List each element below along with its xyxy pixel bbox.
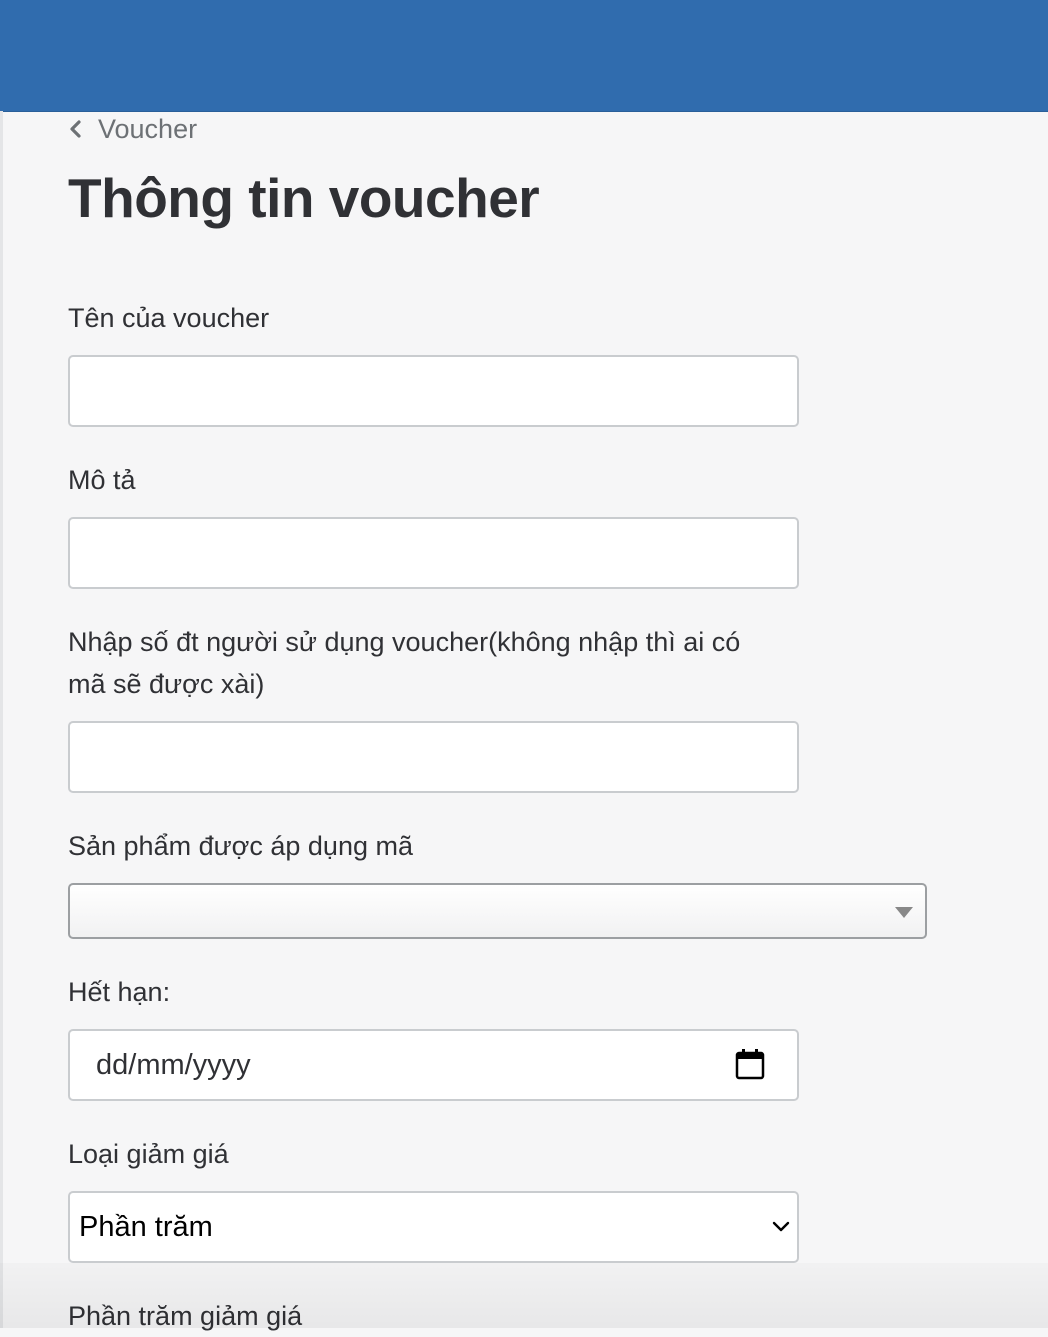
caret-down-icon[interactable] xyxy=(895,907,913,918)
discount-type-label: Loại giảm giá xyxy=(68,1139,229,1169)
description-field[interactable] xyxy=(68,517,799,589)
products-select[interactable] xyxy=(68,883,927,939)
expiry-label: Hết hạn: xyxy=(68,977,171,1007)
discount-percent-label: Phần trăm giảm giá xyxy=(68,1301,303,1331)
calendar-icon[interactable] xyxy=(735,1048,765,1080)
phone-label-line1: Nhập số đt người sử dụng voucher(không n… xyxy=(68,627,741,657)
expiry-date-field[interactable]: dd/mm/yyyy xyxy=(68,1029,799,1101)
discount-type-select[interactable]: Phần trăm xyxy=(68,1191,799,1263)
phone-input[interactable] xyxy=(70,723,797,791)
phone-field[interactable] xyxy=(68,721,799,793)
breadcrumb-back-link[interactable]: Voucher xyxy=(68,112,197,146)
chevron-down-icon xyxy=(772,1221,790,1232)
voucher-name-field[interactable] xyxy=(68,355,799,427)
products-label: Sản phẩm được áp dụng mã xyxy=(68,831,413,861)
breadcrumb-label: Voucher xyxy=(98,113,198,144)
page-title: Thông tin voucher xyxy=(68,167,540,229)
expiry-date-placeholder: dd/mm/yyyy xyxy=(96,1049,251,1081)
description-label: Mô tả xyxy=(68,465,136,495)
top-header-bar xyxy=(0,0,1048,112)
sidebar-edge xyxy=(0,111,3,1328)
description-input[interactable] xyxy=(70,519,797,587)
chevron-left-icon xyxy=(70,120,81,138)
voucher-name-label: Tên của voucher xyxy=(68,303,270,333)
discount-type-value: Phần trăm xyxy=(79,1211,213,1243)
voucher-name-input[interactable] xyxy=(70,357,797,425)
phone-label-line2: mã sẽ được xài) xyxy=(68,669,265,699)
